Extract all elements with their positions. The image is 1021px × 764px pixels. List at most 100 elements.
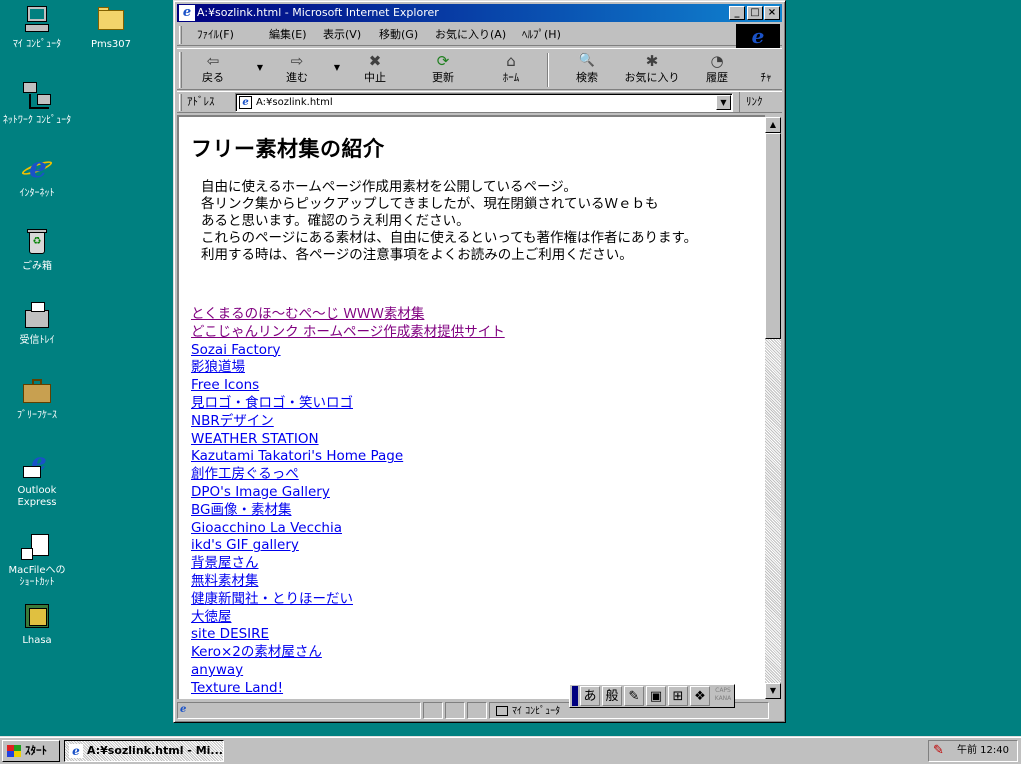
- back-button[interactable]: ⇦ 戻る: [185, 51, 241, 89]
- history-label: 履歴: [706, 71, 728, 84]
- link-ikd-gif[interactable]: ikd's GIF gallery: [191, 537, 505, 555]
- refresh-label: 更新: [432, 71, 454, 84]
- ie-page-icon[interactable]: e: [179, 5, 195, 21]
- address-input[interactable]: e A:¥sozlink.html ▼: [235, 93, 733, 112]
- search-icon: 🔍: [578, 53, 596, 68]
- home-button[interactable]: ⌂ ﾎｰﾑ: [481, 51, 541, 89]
- scroll-thumb[interactable]: [765, 133, 781, 339]
- ime-grip[interactable]: [572, 686, 578, 706]
- menu-edit[interactable]: 編集(E): [269, 24, 307, 46]
- favorites-button[interactable]: ✱ お気に入り: [621, 51, 683, 89]
- link-dokojan[interactable]: どこじゃんリンク ホームページ作成素材提供サイト: [191, 324, 505, 342]
- address-bar: ｱﾄﾞﾚｽ e A:¥sozlink.html ▼ ﾘﾝｸ: [177, 91, 782, 113]
- ie-page-icon: e: [69, 744, 83, 758]
- forward-button[interactable]: ⇨ 進む: [269, 51, 325, 89]
- scroll-down-button[interactable]: ▼: [765, 683, 781, 699]
- search-button[interactable]: 🔍 検索: [557, 51, 617, 89]
- desktop-icon-briefcase[interactable]: ﾌﾞﾘｰﾌｹｰｽ: [0, 375, 74, 422]
- desktop-icon-my-computer[interactable]: ﾏｲ ｺﾝﾋﾟｭｰﾀ: [0, 4, 74, 51]
- desktop-icon-internet[interactable]: e ｲﾝﾀｰﾈｯﾄ: [0, 153, 74, 200]
- link-kenko-shinbun[interactable]: 健康新聞社・とりほーだい: [191, 591, 505, 609]
- desktop-icon-label: Lhasa: [22, 635, 52, 646]
- desktop-icon-outlook-express[interactable]: e Outlook Express: [0, 450, 74, 509]
- desktop-icon-label: ｲﾝﾀｰﾈｯﾄ: [19, 188, 55, 199]
- ime-input-mode-button[interactable]: あ: [580, 686, 600, 706]
- menu-file[interactable]: ﾌｧｲﾙ(F): [197, 24, 234, 46]
- intro-text: 自由に使えるホームページ作成用素材を公開しているページ。 各リンク集からピックア…: [201, 179, 761, 264]
- desktop-icon-inbox[interactable]: 受信ﾄﾚｲ: [0, 300, 74, 347]
- address-grip[interactable]: [179, 94, 182, 111]
- home-icon: ⌂: [506, 52, 516, 70]
- desktop-icon-pms307[interactable]: Pms307: [74, 4, 148, 51]
- link-kagero-dojo[interactable]: 影狼道場: [191, 359, 505, 377]
- desktop-icon-macfile-shortcut[interactable]: ↗ MacFileへの ｼｮｰﾄｶｯﾄ: [0, 530, 74, 589]
- link-weather-station[interactable]: WEATHER STATION: [191, 431, 505, 449]
- link-sosaku-kobo[interactable]: 創作工房ぐるっぺ: [191, 466, 505, 484]
- title-bar[interactable]: e A:¥sozlink.html - Microsoft Internet E…: [177, 4, 782, 22]
- link-kero-kero[interactable]: Kero×2の素材屋さん: [191, 644, 505, 662]
- link-haikeiya[interactable]: 背景屋さん: [191, 555, 505, 573]
- close-button[interactable]: ×: [764, 6, 780, 20]
- minimize-button[interactable]: _: [729, 6, 745, 20]
- ime-keyboard-icon[interactable]: ⊞: [668, 686, 688, 706]
- ime-dictionary-icon[interactable]: ▣: [646, 686, 666, 706]
- desktop-icon-label: MacFileへの ｼｮｰﾄｶｯﾄ: [8, 565, 66, 588]
- vertical-scrollbar[interactable]: ▲ ▼: [765, 117, 781, 699]
- refresh-button[interactable]: ⟳ 更新: [413, 51, 473, 89]
- links-button[interactable]: ﾘﾝｸ: [739, 92, 763, 112]
- start-button[interactable]: ｽﾀｰﾄ: [2, 740, 60, 762]
- link-nbr-design[interactable]: NBRデザイン: [191, 413, 505, 431]
- link-mi-logo[interactable]: 見ロゴ・食ロゴ・笑いロゴ: [191, 395, 505, 413]
- ime-conversion-mode-button[interactable]: 般: [602, 686, 622, 706]
- menu-help[interactable]: ﾍﾙﾌﾟ(H): [522, 24, 561, 46]
- forward-arrow-icon: ⇨: [290, 52, 304, 70]
- link-free-icons[interactable]: Free Icons: [191, 377, 505, 395]
- menu-go[interactable]: 移動(G): [379, 24, 418, 46]
- address-dropdown-button[interactable]: ▼: [716, 95, 731, 110]
- clock[interactable]: 午前 12:40: [957, 745, 1009, 756]
- desktop-icon-label: ごみ箱: [22, 261, 52, 272]
- home-label: ﾎｰﾑ: [502, 71, 520, 84]
- channels-button[interactable]: ﾁｬ: [749, 51, 783, 89]
- ime-pen-icon[interactable]: ✎: [933, 744, 947, 758]
- desktop-icon-network[interactable]: ﾈｯﾄﾜｰｸ ｺﾝﾋﾟｭｰﾀ: [0, 80, 74, 127]
- taskbar-item-ie[interactable]: e A:¥sozlink.html - Mi...: [64, 740, 224, 762]
- link-gioacchino[interactable]: Gioacchino La Vecchia: [191, 520, 505, 538]
- link-texture-land[interactable]: Texture Land!: [191, 680, 505, 698]
- link-anyway[interactable]: anyway: [191, 662, 505, 680]
- link-kazutami-takatori[interactable]: Kazutami Takatori's Home Page: [191, 448, 505, 466]
- address-label: ｱﾄﾞﾚｽ: [187, 95, 215, 108]
- intro-line: 自由に使えるホームページ作成用素材を公開しているページ。: [201, 179, 577, 195]
- menu-grip[interactable]: [179, 26, 182, 44]
- scroll-up-button[interactable]: ▲: [765, 117, 781, 133]
- intro-line: 利用する時は、各ページの注意事項をよくお読みの上ご利用ください。: [201, 247, 633, 263]
- taskbar-item-label: A:¥sozlink.html - Mi...: [87, 744, 223, 757]
- link-site-desire[interactable]: site DESIRE: [191, 626, 505, 644]
- menu-favorites[interactable]: お気に入り(A): [435, 24, 506, 46]
- link-bg-gazo[interactable]: BG画像・素材集: [191, 502, 505, 520]
- ie-page-icon: e: [239, 96, 252, 109]
- desktop-icon-label: ﾌﾞﾘｰﾌｹｰｽ: [17, 410, 57, 421]
- menu-view[interactable]: 表示(V): [323, 24, 361, 46]
- toolbar-grip[interactable]: [179, 52, 182, 88]
- ime-help-icon[interactable]: ❖: [690, 686, 710, 706]
- desktop-icon-lhasa[interactable]: Lhasa: [0, 600, 74, 647]
- history-button[interactable]: ◔ 履歴: [689, 51, 745, 89]
- back-arrow-icon: ⇦: [206, 52, 220, 70]
- link-tokumaru[interactable]: とくまるのほ～むぺ～じ ＷＷＷ素材集: [191, 306, 505, 324]
- standard-toolbar: ⇦ 戻る ▼ ⇨ 進む ▼ ✖ 中止 ⟳ 更新 ⌂ ﾎｰﾑ 🔍 検索 ✱ お気に…: [177, 48, 782, 90]
- status-zone-label: ﾏｲ ｺﾝﾋﾟｭｰﾀ: [512, 706, 561, 717]
- stop-icon: ✖: [368, 52, 382, 70]
- back-label: 戻る: [202, 71, 224, 84]
- ime-pad-icon[interactable]: ✎: [624, 686, 644, 706]
- link-dpo-gallery[interactable]: DPO's Image Gallery: [191, 484, 505, 502]
- desktop-icon-recycle-bin[interactable]: ♻ ごみ箱: [0, 226, 74, 273]
- link-muryo-sozai[interactable]: 無料素材集: [191, 573, 505, 591]
- my-computer-icon: [21, 4, 53, 36]
- link-sozai-factory[interactable]: Sozai Factory: [191, 342, 505, 360]
- forward-dropdown-arrow[interactable]: ▼: [332, 63, 342, 72]
- link-daitokuya[interactable]: 大徳屋: [191, 609, 505, 627]
- maximize-button[interactable]: □: [747, 6, 763, 20]
- back-dropdown-arrow[interactable]: ▼: [255, 63, 265, 72]
- stop-button[interactable]: ✖ 中止: [345, 51, 405, 89]
